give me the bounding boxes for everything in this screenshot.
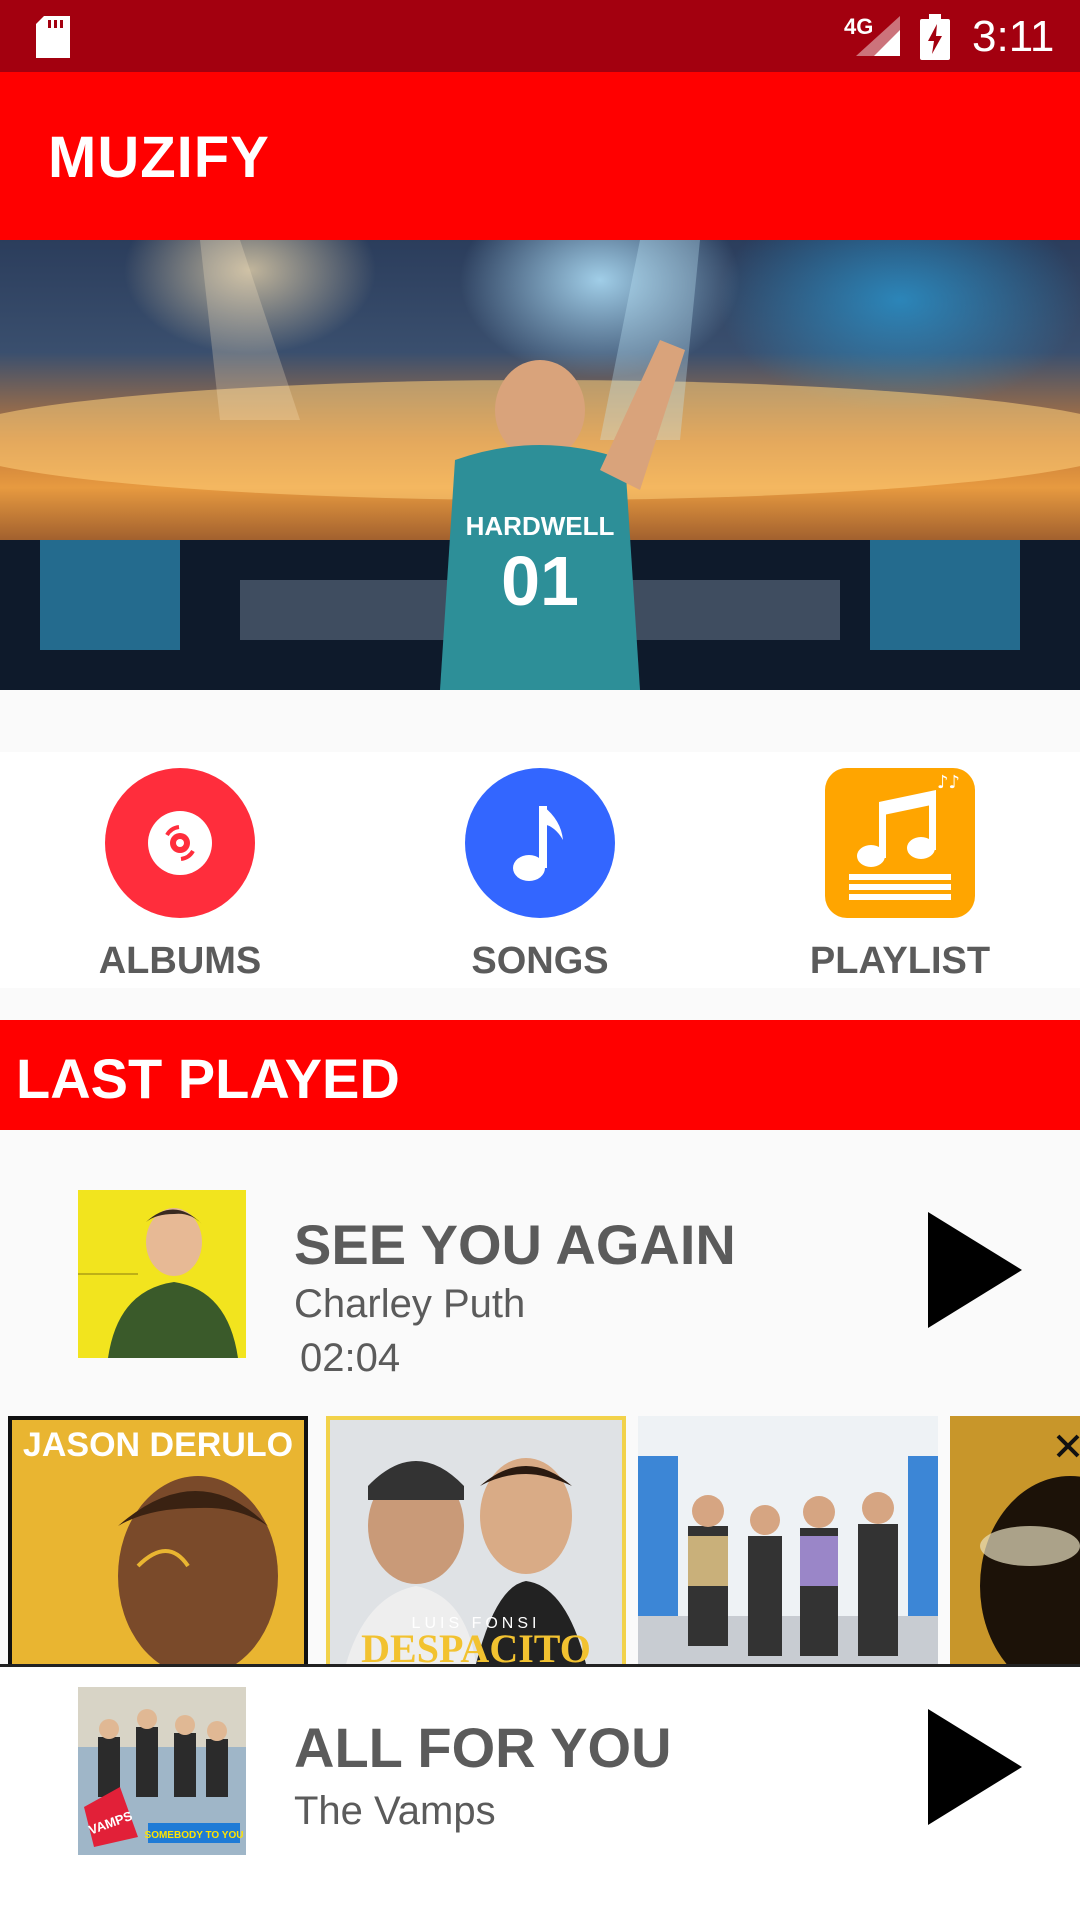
jersey-number: 01 bbox=[501, 542, 579, 620]
album-title: JASON DERULO bbox=[23, 1426, 293, 1464]
now-playing-artist: The Vamps bbox=[294, 1789, 496, 1833]
music-note-icon bbox=[465, 768, 615, 918]
playlist-icon: ♪♪ bbox=[825, 768, 975, 918]
track-title: SEE YOU AGAIN bbox=[294, 1213, 736, 1276]
cover-caption: SOMEBODY TO YOU bbox=[145, 1830, 244, 1841]
playlist-button[interactable]: ♪♪ PLAYLIST bbox=[770, 752, 1030, 988]
playlist-label: PLAYLIST bbox=[809, 940, 991, 982]
play-icon[interactable] bbox=[924, 1707, 1024, 1827]
play-icon[interactable] bbox=[924, 1210, 1024, 1330]
album-card[interactable] bbox=[638, 1416, 938, 1664]
last-played-header: LAST PLAYED bbox=[0, 1020, 1080, 1130]
status-bar: 4G 3:11 bbox=[0, 0, 1080, 72]
last-played-title: LAST PLAYED bbox=[16, 1047, 400, 1110]
track-artist: Charley Puth bbox=[294, 1282, 526, 1326]
now-playing-bar[interactable]: VAMPS SOMEBODY TO YOU ALL FOR YOU The Va… bbox=[0, 1664, 1080, 1923]
app-bar: MUZIFY bbox=[0, 72, 1080, 240]
album-carousel[interactable]: JASON DERULO LUIS FONSI DESPACITO bbox=[0, 1416, 1080, 1664]
hero-banner: HARDWELL 01 bbox=[0, 240, 1080, 690]
songs-button[interactable]: SONGS bbox=[410, 752, 670, 988]
songs-label: SONGS bbox=[471, 940, 609, 982]
now-playing-track[interactable]: VAMPS SOMEBODY TO YOU ALL FOR YOU The Va… bbox=[0, 1687, 1080, 1867]
album-card[interactable]: LUIS FONSI DESPACITO bbox=[326, 1416, 626, 1664]
now-playing-cover: VAMPS SOMEBODY TO YOU bbox=[78, 1687, 246, 1855]
album-cover bbox=[78, 1190, 246, 1358]
album-title: DESPACITO bbox=[361, 1626, 591, 1664]
album-card[interactable]: JASON DERULO bbox=[8, 1416, 308, 1664]
jersey-name: HARDWELL bbox=[466, 511, 615, 541]
app-title: MUZIFY bbox=[48, 125, 270, 190]
album-card[interactable] bbox=[950, 1416, 1080, 1664]
track-duration: 02:04 bbox=[300, 1336, 401, 1380]
svg-text:♪♪: ♪♪ bbox=[937, 772, 960, 793]
hero-concert-image: HARDWELL 01 bbox=[0, 240, 1080, 690]
last-played-track[interactable]: SEE YOU AGAIN Charley Puth 02:04 bbox=[0, 1190, 1080, 1380]
sd-card-icon bbox=[36, 16, 70, 63]
albums-label: ALBUMS bbox=[98, 940, 262, 982]
category-row: ALBUMS SONGS ♪♪ PLAYLIST bbox=[0, 752, 1080, 988]
clock: 3:11 bbox=[972, 12, 1055, 61]
signal-icon bbox=[856, 16, 900, 61]
now-playing-title: ALL FOR YOU bbox=[294, 1716, 672, 1779]
albums-button[interactable]: ALBUMS bbox=[50, 752, 310, 988]
album-disc-icon bbox=[105, 768, 255, 918]
battery-icon bbox=[920, 14, 950, 65]
